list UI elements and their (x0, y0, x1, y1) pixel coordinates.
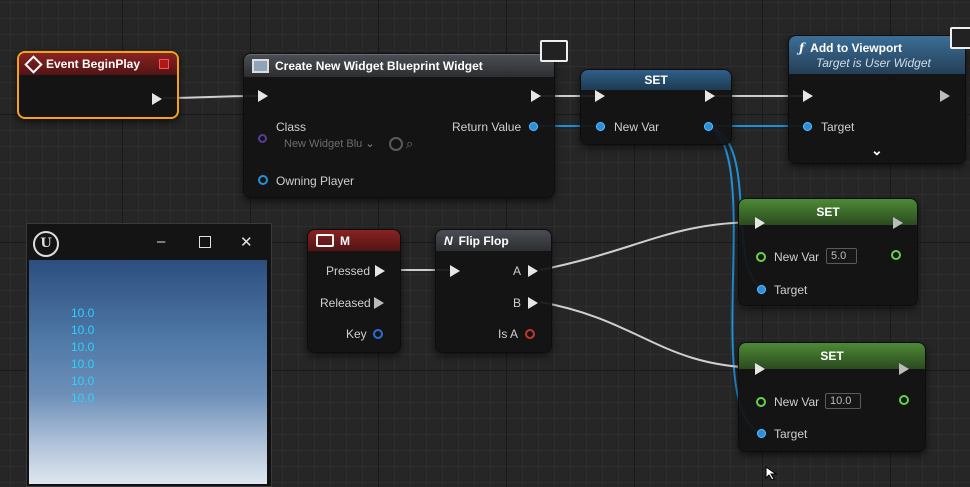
is-a-label: Is A (498, 327, 519, 341)
server-client-icon (950, 27, 970, 49)
print-string-text: 10.0 (71, 323, 95, 337)
flipflop-icon: N (444, 233, 453, 248)
node-title: SET (816, 205, 840, 219)
target-label: Target (821, 120, 855, 134)
chevron-down-icon[interactable]: ⌄ (871, 142, 883, 159)
game-viewport[interactable]: 10.0 10.0 10.0 10.0 10.0 10.0 (29, 260, 267, 484)
exec-wire (539, 221, 761, 271)
node-title: Add to Viewport (810, 40, 902, 55)
exec-in-pin[interactable] (755, 363, 765, 375)
maximize-icon[interactable] (199, 236, 211, 248)
widget-icon (252, 59, 269, 73)
pressed-exec-pin[interactable] (375, 265, 385, 277)
return-value-label: Return Value (452, 120, 522, 134)
new-var-value-field[interactable]: 5.0 (826, 248, 857, 264)
keyboard-icon (316, 234, 334, 247)
target-label: Target (774, 283, 808, 297)
search-icon[interactable]: ⌕ (406, 136, 413, 152)
close-icon[interactable]: ✕ (240, 233, 253, 251)
delegate-pin-icon[interactable] (159, 59, 169, 69)
exec-out-pin[interactable] (531, 90, 541, 102)
target-pin[interactable] (757, 285, 766, 294)
exec-in-pin[interactable] (803, 90, 813, 102)
node-title: Flip Flop (458, 233, 509, 248)
key-m-event-node[interactable]: M Pressed Released Key (307, 229, 401, 353)
print-string-text: 10.0 (71, 306, 95, 320)
target-pin[interactable] (757, 429, 766, 438)
b-label: B (513, 296, 522, 310)
node-subtitle: Target is User Widget (816, 55, 931, 70)
new-var-label: New Var (774, 395, 820, 409)
exec-in-pin[interactable] (595, 90, 605, 102)
node-title: Create New Widget Blueprint Widget (275, 59, 483, 73)
print-string-text: 10.0 (71, 374, 95, 388)
unreal-logo-icon: U (33, 231, 59, 257)
node-title: M (340, 233, 350, 248)
exec-out-pin[interactable] (893, 217, 903, 229)
minimize-icon[interactable]: – (157, 233, 165, 250)
set-new-var-a-node[interactable]: SET New Var 5.0 Target (738, 198, 918, 306)
exec-wire (539, 301, 761, 369)
target-label: Target (774, 427, 808, 441)
print-string-text: 10.0 (71, 357, 95, 371)
new-var-out-pin[interactable] (891, 250, 901, 260)
new-var-out-pin[interactable] (704, 122, 713, 131)
node-title: SET (820, 349, 844, 363)
released-label: Released (320, 296, 371, 310)
create-widget-node[interactable]: Create New Widget Blueprint Widget Class… (243, 53, 555, 198)
print-string-text: 10.0 (71, 391, 95, 405)
game-preview-window[interactable]: U – ✕ 10.0 10.0 10.0 10.0 10.0 10.0 (26, 223, 272, 487)
return-value-pin[interactable] (529, 122, 538, 131)
new-var-in-pin[interactable] (756, 252, 766, 262)
b-exec-pin[interactable] (528, 297, 538, 309)
event-diamond-icon (24, 54, 43, 74)
owning-player-pin[interactable] (258, 175, 268, 185)
window-titlebar[interactable]: U – ✕ (27, 224, 271, 260)
event-beginplay-node[interactable]: Event BeginPlay (17, 51, 179, 119)
exec-out-pin[interactable] (940, 90, 950, 102)
a-label: A (513, 264, 522, 278)
set-new-var-b-node[interactable]: SET New Var 10.0 Target (738, 342, 926, 452)
class-dropdown[interactable]: New Widget Blu ⌄ (280, 136, 386, 151)
new-var-label: New Var (774, 250, 820, 264)
function-icon: ƒ (799, 40, 805, 55)
new-var-in-pin[interactable] (596, 122, 605, 131)
new-var-in-pin[interactable] (756, 397, 766, 407)
browse-icon[interactable] (389, 137, 403, 151)
add-to-viewport-node[interactable]: ƒ Add to Viewport Target is User Widget … (788, 35, 966, 164)
exec-in-pin[interactable] (258, 90, 268, 102)
new-var-label: New Var (614, 120, 660, 134)
flip-flop-node[interactable]: N Flip Flop A B Is A (435, 229, 552, 353)
print-string-text: 10.0 (71, 340, 95, 354)
new-var-value-field[interactable]: 10.0 (825, 393, 861, 409)
exec-out-pin[interactable] (899, 363, 909, 375)
released-exec-pin[interactable] (374, 297, 384, 309)
set-new-var-node[interactable]: SET New Var (580, 69, 732, 145)
exec-in-pin[interactable] (755, 217, 765, 229)
new-var-out-pin[interactable] (899, 395, 909, 405)
node-title: Event BeginPlay (46, 57, 141, 71)
key-pin[interactable] (373, 329, 383, 339)
pressed-label: Pressed (326, 264, 371, 278)
target-pin[interactable] (803, 122, 812, 131)
exec-out-pin[interactable] (705, 90, 715, 102)
class-label: Class (276, 120, 307, 134)
server-client-icon (540, 40, 568, 62)
key-label: Key (346, 327, 367, 341)
chevron-down-icon: ⌄ (365, 138, 375, 150)
is-a-pin[interactable] (525, 329, 535, 339)
class-pin[interactable] (258, 134, 267, 143)
node-title: SET (644, 73, 668, 87)
a-exec-pin[interactable] (528, 265, 538, 277)
exec-in-pin[interactable] (450, 265, 460, 277)
owning-player-label: Owning Player (276, 174, 355, 188)
exec-out-pin[interactable] (152, 93, 162, 105)
